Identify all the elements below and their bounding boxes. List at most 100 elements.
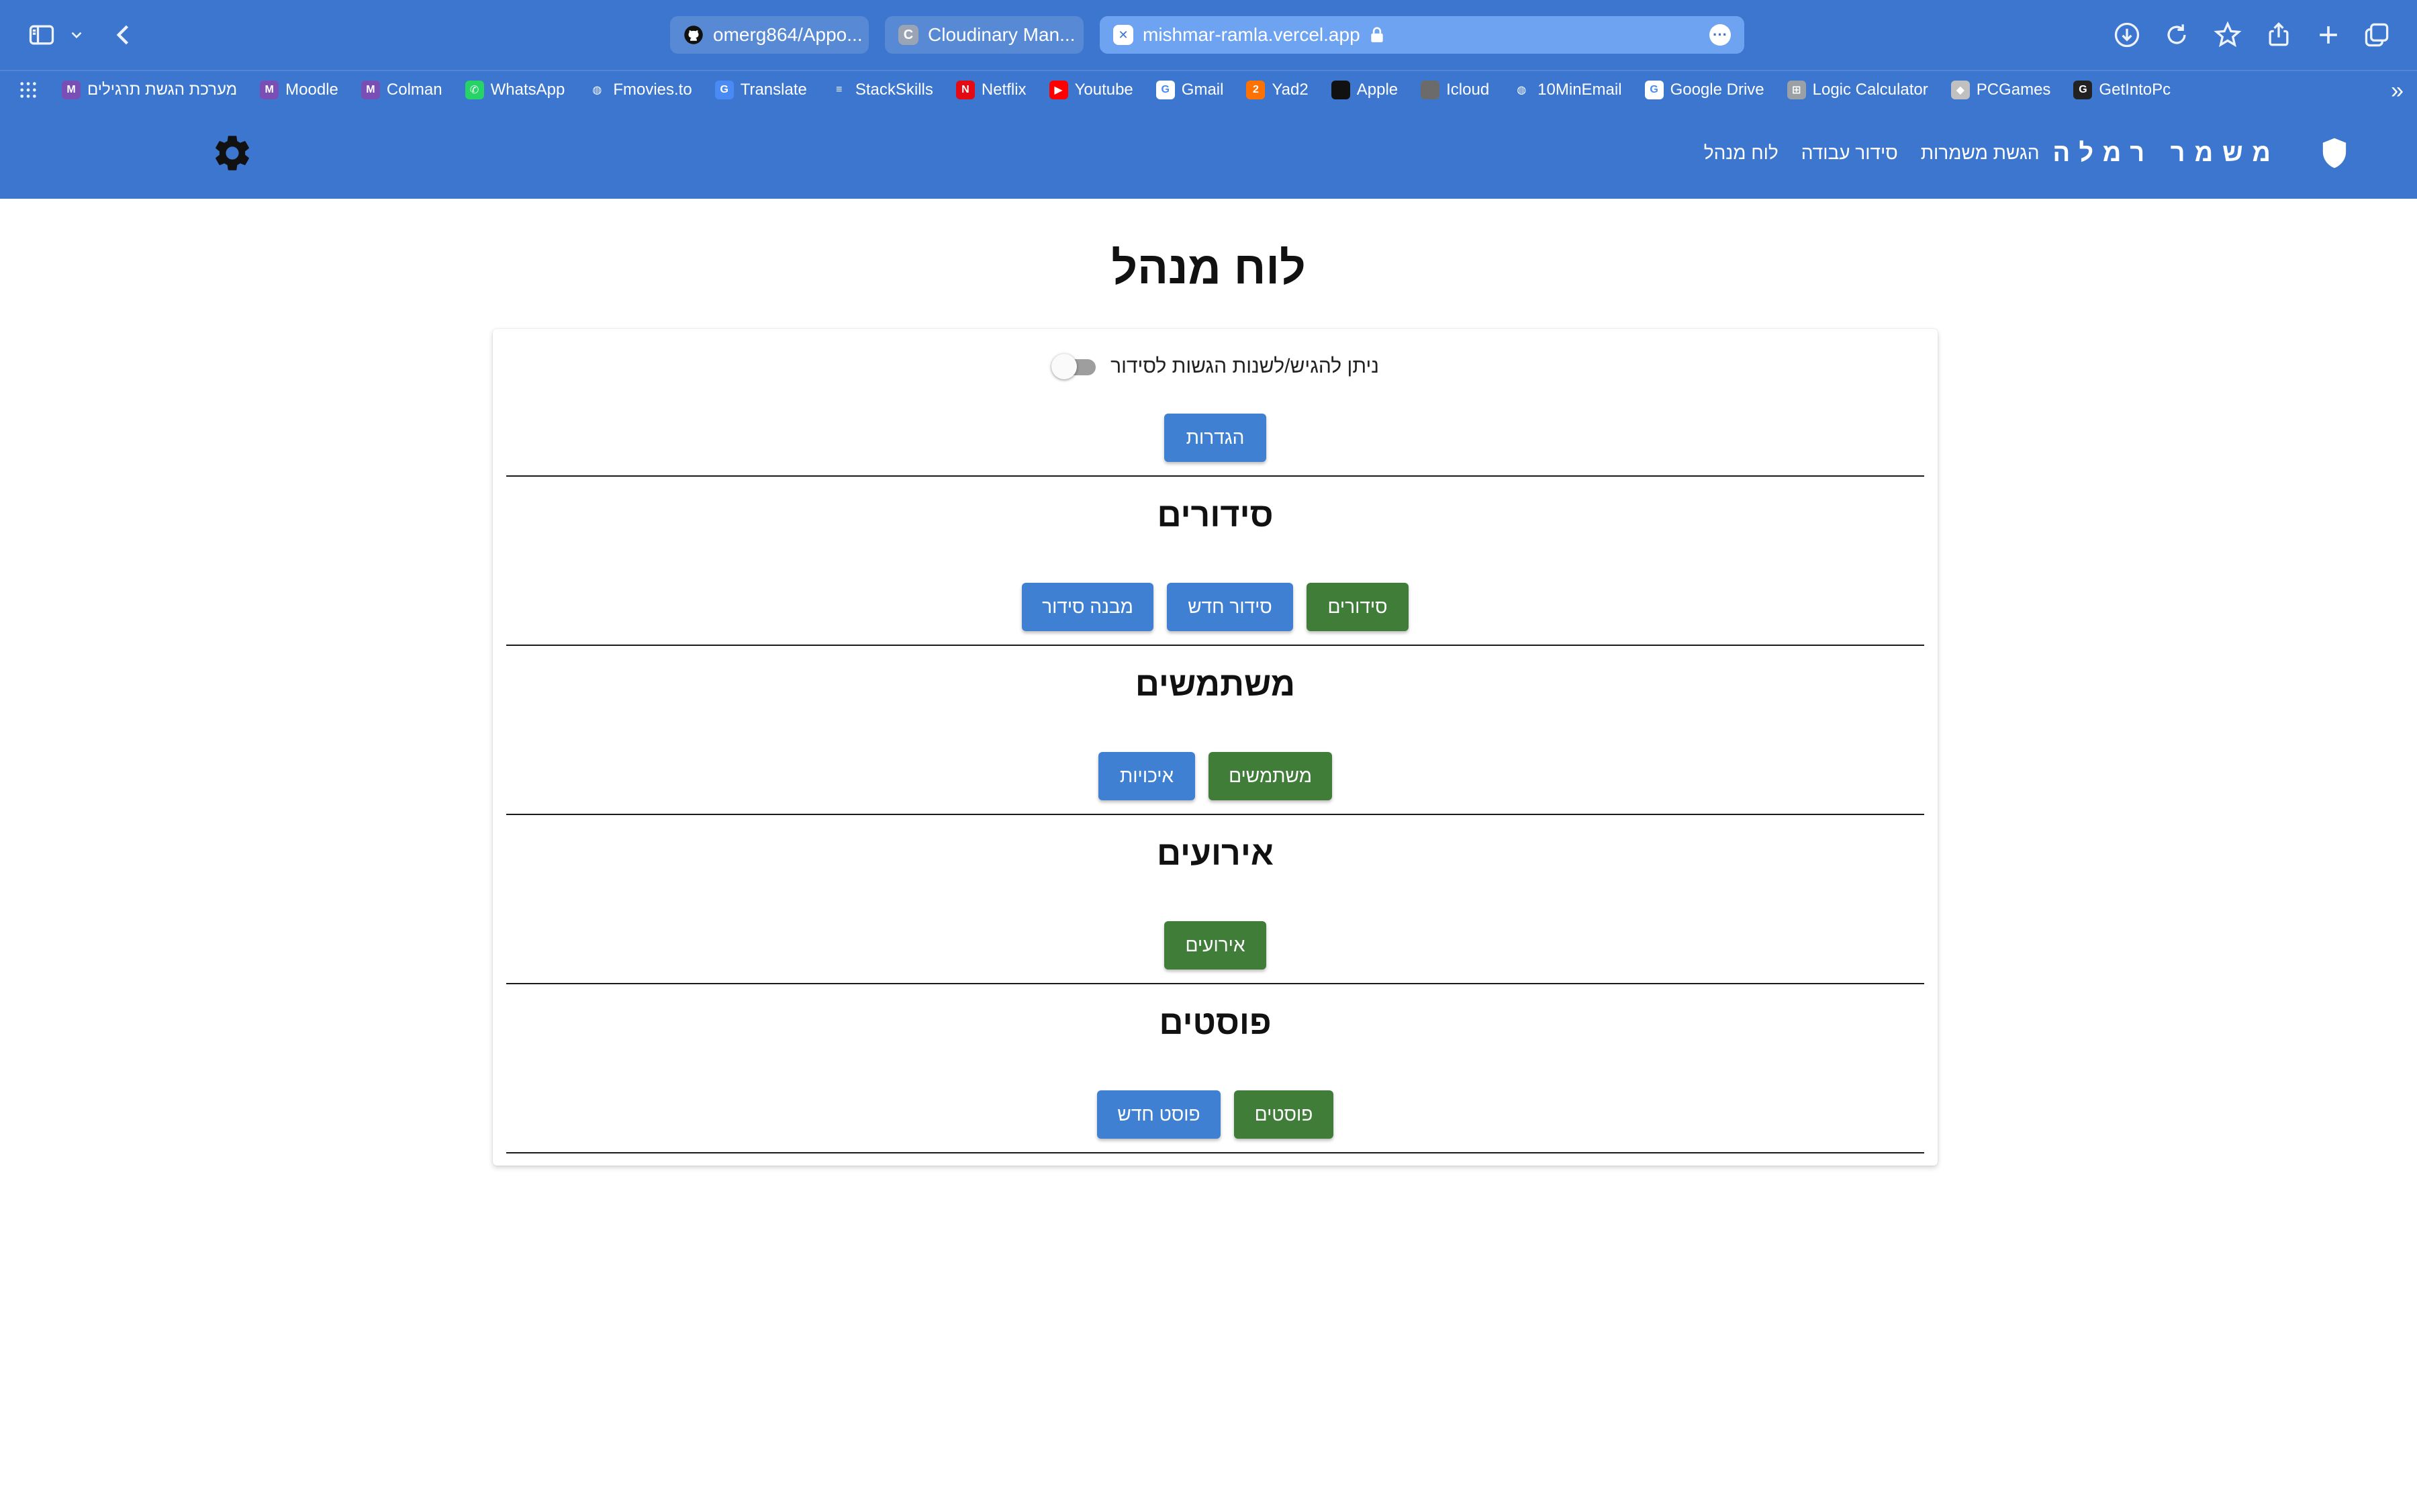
nav-link-work-schedule[interactable]: סידור עבודה xyxy=(1801,142,1898,164)
sidebar-toggle-icon[interactable] xyxy=(26,19,58,51)
browser-chrome: omerg864/Appo... C Cloudinary Man... ✕ m… xyxy=(0,0,2417,199)
section-title-events: אירועים xyxy=(1156,835,1274,872)
google-icon: G xyxy=(1155,81,1175,99)
bookmark-label: Apple xyxy=(1356,81,1399,99)
github-icon xyxy=(683,25,704,45)
bookmark-item[interactable]: ▶ Youtube xyxy=(1049,81,1133,99)
qualities-button[interactable]: איכויות xyxy=(1098,752,1195,800)
bookmark-label: Youtube xyxy=(1074,81,1133,99)
google-icon: G xyxy=(1644,81,1664,99)
settings-gear-icon[interactable] xyxy=(211,132,254,175)
posts-button[interactable]: פוסטים xyxy=(1234,1090,1333,1139)
bookmark-label: WhatsApp xyxy=(490,81,565,99)
chevron-down-icon[interactable] xyxy=(64,19,89,51)
star-icon[interactable] xyxy=(2212,19,2244,51)
bookmark-label: Icloud xyxy=(1446,81,1490,99)
toggle-label: ניתן להגיש/לשנות הגשות לסידור xyxy=(1110,355,1379,377)
apple-icon xyxy=(1421,81,1440,99)
tab-title: omerg864/Appo... xyxy=(713,24,863,45)
browser-tab[interactable]: C Cloudinary Man... xyxy=(885,16,1084,54)
brand-name[interactable]: משמר רמלה xyxy=(2053,139,2281,168)
share-icon[interactable] xyxy=(2263,19,2295,51)
shield-logo-icon[interactable] xyxy=(2320,137,2349,169)
youtube-icon: ▶ xyxy=(1049,81,1068,99)
section-title-users: משתמשים xyxy=(1135,665,1296,703)
stackskills-icon: ≡ xyxy=(829,81,849,99)
bookmark-item[interactable]: Apple xyxy=(1331,81,1398,99)
yad2-icon: 2 xyxy=(1246,81,1266,99)
back-icon[interactable] xyxy=(107,19,140,51)
moodle-icon: M xyxy=(260,81,279,99)
settings-button[interactable]: הגדרות xyxy=(1164,414,1266,462)
bookmark-item[interactable]: 2 Yad2 xyxy=(1246,81,1309,99)
app-navbar: משמר רמלה הגשת משמרות סידור עבודה לוח מנ… xyxy=(0,107,2417,199)
bookmark-label: Gmail xyxy=(1181,81,1224,99)
site-favicon-icon: ✕ xyxy=(1113,25,1133,45)
admin-card: ניתן להגיש/לשנות הגשות לסידור הגדרות סיד… xyxy=(493,329,1938,1166)
bookmark-item[interactable]: M מערכת הגשת תרגילים xyxy=(62,81,237,99)
bookmark-label: מערכת הגשת תרגילים xyxy=(87,81,238,99)
netflix-icon: N xyxy=(955,81,975,99)
calculator-icon: ⊞ xyxy=(1787,81,1806,99)
nav-link-submit-shifts[interactable]: הגשת משמרות xyxy=(1921,142,2040,164)
new-schedule-button[interactable]: סידור חדש xyxy=(1167,583,1293,631)
tab-overview-icon[interactable] xyxy=(2361,19,2393,51)
download-icon[interactable] xyxy=(2111,19,2143,51)
schedules-button[interactable]: סידורים xyxy=(1307,583,1409,631)
bookmark-item[interactable]: ◍ Fmovies.to xyxy=(587,81,692,99)
page-title: לוח מנהל xyxy=(1111,242,1306,293)
bookmark-item[interactable]: Icloud xyxy=(1421,81,1489,99)
reload-icon[interactable] xyxy=(2161,19,2193,51)
section-divider xyxy=(506,645,1924,646)
bookmark-item[interactable]: ⊞ Logic Calculator xyxy=(1787,81,1928,99)
more-options-icon[interactable]: ··· xyxy=(1709,24,1731,46)
events-button[interactable]: אירועים xyxy=(1164,921,1266,970)
bookmark-label: Moodle xyxy=(285,81,338,99)
nav-link-admin-board[interactable]: לוח מנהל xyxy=(1704,142,1779,164)
bookmark-item[interactable]: ≡ StackSkills xyxy=(829,81,933,99)
section-divider xyxy=(506,814,1924,815)
address-bar[interactable]: ✕ mishmar-ramla.vercel.app ··· xyxy=(1100,16,1744,54)
bookmark-label: Logic Calculator xyxy=(1812,81,1928,99)
bookmark-item[interactable]: G Gmail xyxy=(1155,81,1224,99)
bookmark-label: Netflix xyxy=(981,81,1027,99)
submission-toggle-switch[interactable] xyxy=(1051,354,1096,379)
bookmarks-bar: M מערכת הגשת תרגילים M Moodle M Colman ✆ WhatsA… xyxy=(0,70,2417,109)
bookmarks-list: M מערכת הגשת תרגילים M Moodle M Colman ✆ WhatsA… xyxy=(62,71,2193,109)
schedule-structure-button[interactable]: מבנה סידור xyxy=(1022,583,1153,631)
new-tab-icon[interactable] xyxy=(2312,19,2344,51)
section-title-schedules: סידורים xyxy=(1157,496,1274,534)
bookmark-label: Translate xyxy=(740,81,807,99)
whatsapp-icon: ✆ xyxy=(465,81,484,99)
cloudinary-icon: C xyxy=(898,25,918,45)
bookmark-item[interactable]: G Translate xyxy=(714,81,807,99)
moodle-icon: M xyxy=(62,81,81,99)
browser-tab[interactable]: omerg864/Appo... xyxy=(670,16,869,54)
bookmark-item[interactable]: N Netflix xyxy=(955,81,1027,99)
users-button[interactable]: משתמשים xyxy=(1208,752,1332,800)
toggle-knob xyxy=(1051,354,1078,379)
section-divider xyxy=(506,1152,1924,1153)
browser-toolbar: omerg864/Appo... C Cloudinary Man... ✕ m… xyxy=(0,0,2417,70)
tab-title: Cloudinary Man... xyxy=(928,24,1076,45)
bookmark-item[interactable]: G GetIntoPc xyxy=(2073,81,2171,99)
bookmark-item[interactable]: ✆ WhatsApp xyxy=(465,81,565,99)
bookmark-label: GetIntoPc xyxy=(2099,81,2171,99)
new-post-button[interactable]: פוסט חדש xyxy=(1097,1090,1221,1139)
apps-grid-icon[interactable] xyxy=(19,81,38,99)
lock-icon xyxy=(1370,27,1383,42)
bookmark-label: Fmovies.to xyxy=(613,81,692,99)
gamepad-icon: ◆ xyxy=(1950,81,1970,99)
section-divider xyxy=(506,983,1924,984)
bookmark-item[interactable]: M Colman xyxy=(361,81,442,99)
translate-icon: G xyxy=(714,81,734,99)
apple-icon xyxy=(1331,81,1350,99)
more-bookmarks-icon[interactable]: » xyxy=(2391,78,2404,104)
bookmark-item[interactable]: ◍ 10MinEmail xyxy=(1512,81,1622,99)
bookmark-item[interactable]: ◆ PCGames xyxy=(1950,81,2050,99)
bookmark-item[interactable]: M Moodle xyxy=(260,81,338,99)
nav-links: משמר רמלה הגשת משמרות סידור עבודה לוח מנ… xyxy=(1681,107,2349,199)
bookmark-item[interactable]: G Google Drive xyxy=(1644,81,1764,99)
globe-icon: ◍ xyxy=(587,81,607,99)
globe-icon: ◍ xyxy=(1512,81,1531,99)
